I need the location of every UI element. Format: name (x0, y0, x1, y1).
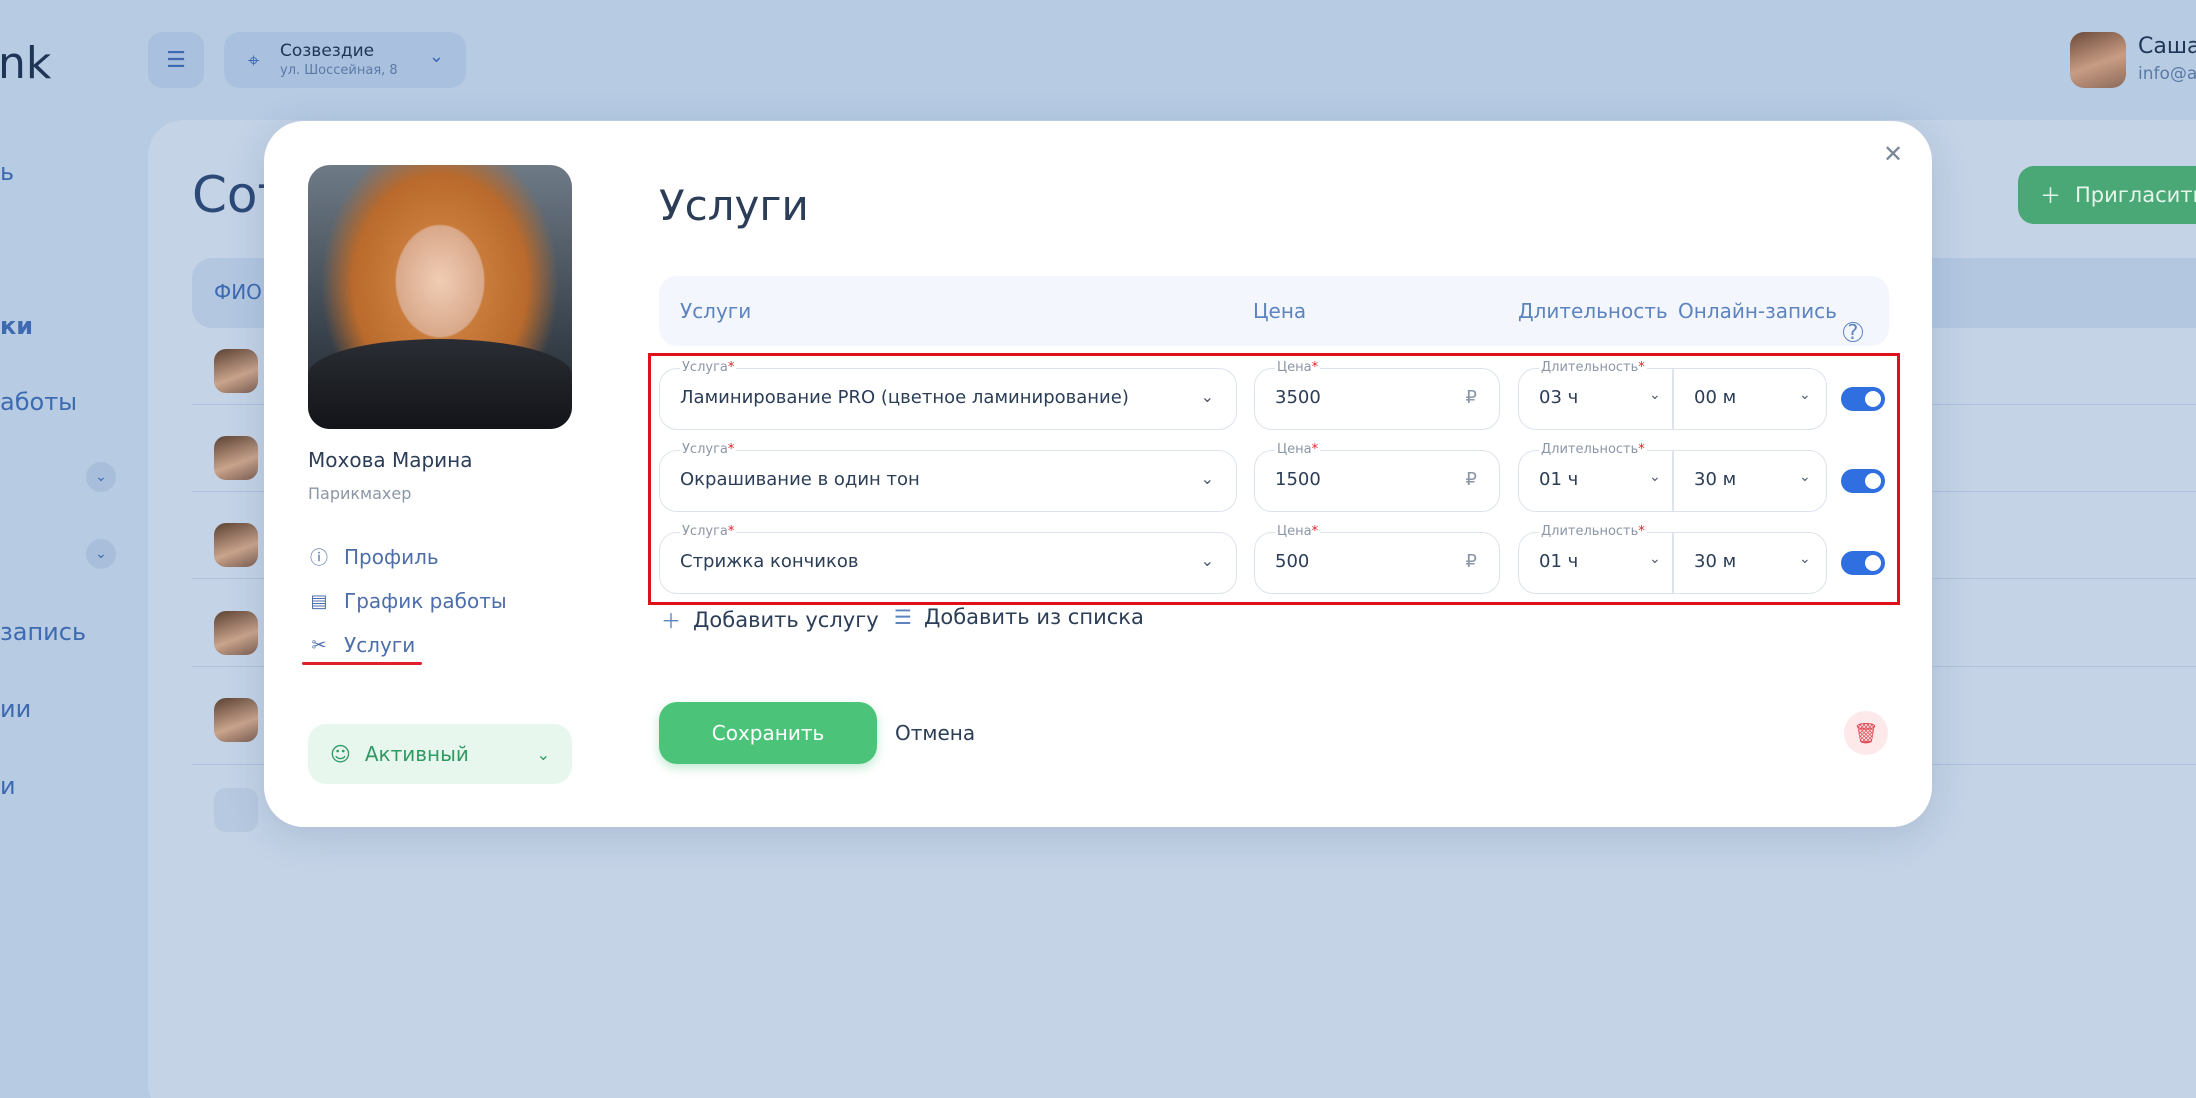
tab-label: График работы (344, 589, 507, 613)
sidebar-chevron-down-icon[interactable]: ⌄ (86, 539, 116, 569)
delete-button[interactable]: 🗑 (1844, 711, 1888, 755)
active-tab-underline (302, 662, 422, 665)
app-logo: nk (0, 38, 52, 89)
sidebar-item[interactable]: ии (0, 695, 31, 723)
column-service: Услуги (680, 299, 752, 323)
menu-icon: ☰ (166, 47, 186, 73)
tab-services[interactable]: ✂ Услуги (308, 633, 415, 657)
sidebar-item[interactable]: и (0, 772, 16, 800)
close-icon[interactable]: ✕ (1876, 137, 1910, 171)
calendar-icon: ▤ (310, 590, 328, 612)
sidebar-item[interactable]: ь (0, 158, 14, 186)
menu-toggle-button[interactable]: ☰ (148, 32, 204, 88)
column-online: Онлайн-запись? (1678, 299, 1863, 344)
trash-icon: 🗑 (1853, 721, 1879, 745)
services-highlight-box (648, 353, 1900, 605)
user-email: info@al (2138, 64, 2196, 84)
invite-label: Пригласить (2075, 183, 2196, 207)
plus-icon: ＋ (2040, 184, 2061, 208)
tab-schedule[interactable]: ▤ График работы (308, 589, 507, 613)
add-service-button[interactable]: ＋ Добавить услугу (661, 605, 879, 634)
location-address: ул. Шоссейная, 8 (280, 63, 398, 78)
info-icon: ⓘ (310, 548, 328, 569)
column-fio: ФИО (214, 280, 262, 304)
save-button[interactable]: Сохранить (659, 702, 877, 764)
add-from-list-button[interactable]: ☰ Добавить из списка (894, 605, 1144, 629)
staff-modal: ✕ Мохова Марина Парикмахер ⓘ Профиль ▤ Г… (264, 121, 1932, 827)
location-pin-icon: ⌖ (248, 48, 260, 72)
sidebar-chevron-down-icon[interactable]: ⌄ (86, 462, 116, 492)
location-selector[interactable]: ⌖ Созвездие ул. Шоссейная, 8 ⌄ (224, 32, 466, 88)
column-price: Цена (1253, 299, 1307, 323)
plus-icon: ＋ (661, 609, 681, 633)
avatar (214, 349, 258, 393)
column-duration: Длительность (1518, 299, 1668, 323)
status-selector[interactable]: ☺ Активный ⌄ (308, 724, 572, 784)
add-service-label: Добавить услугу (693, 607, 879, 632)
location-name: Созвездие (280, 41, 375, 61)
avatar (214, 788, 258, 832)
scissors-icon: ✂ (311, 634, 327, 656)
sidebar-item-staff[interactable]: ки (0, 312, 33, 340)
list-icon: ☰ (894, 605, 912, 629)
avatar (214, 698, 258, 742)
tab-label: Услуги (344, 633, 416, 657)
chevron-down-icon: ⌄ (536, 744, 550, 764)
user-name: Саша (2138, 34, 2196, 59)
modal-title: Услуги (659, 181, 809, 230)
chevron-down-icon: ⌄ (428, 46, 444, 67)
invite-button[interactable]: ＋ Пригласить (2018, 166, 2196, 224)
user-avatar[interactable] (2070, 32, 2126, 88)
staff-role: Парикмахер (308, 484, 412, 503)
tab-label: Профиль (344, 545, 439, 569)
sidebar-item-schedule[interactable]: аботы (0, 388, 77, 416)
avatar (214, 523, 258, 567)
services-table-header: Услуги Цена Длительность Онлайн-запись? (659, 276, 1889, 346)
smile-icon: ☺ (330, 742, 351, 766)
staff-photo (308, 165, 572, 429)
avatar (214, 611, 258, 655)
add-from-list-label: Добавить из списка (923, 605, 1144, 629)
column-online-label: Онлайн-запись (1678, 299, 1837, 323)
sidebar-item-booking[interactable]: запись (0, 618, 86, 646)
cancel-button[interactable]: Отмена (895, 721, 975, 745)
staff-name: Мохова Марина (308, 448, 473, 472)
avatar (214, 436, 258, 480)
help-icon[interactable]: ? (1842, 320, 1863, 344)
tab-profile[interactable]: ⓘ Профиль (308, 545, 439, 569)
status-label: Активный (364, 742, 469, 766)
